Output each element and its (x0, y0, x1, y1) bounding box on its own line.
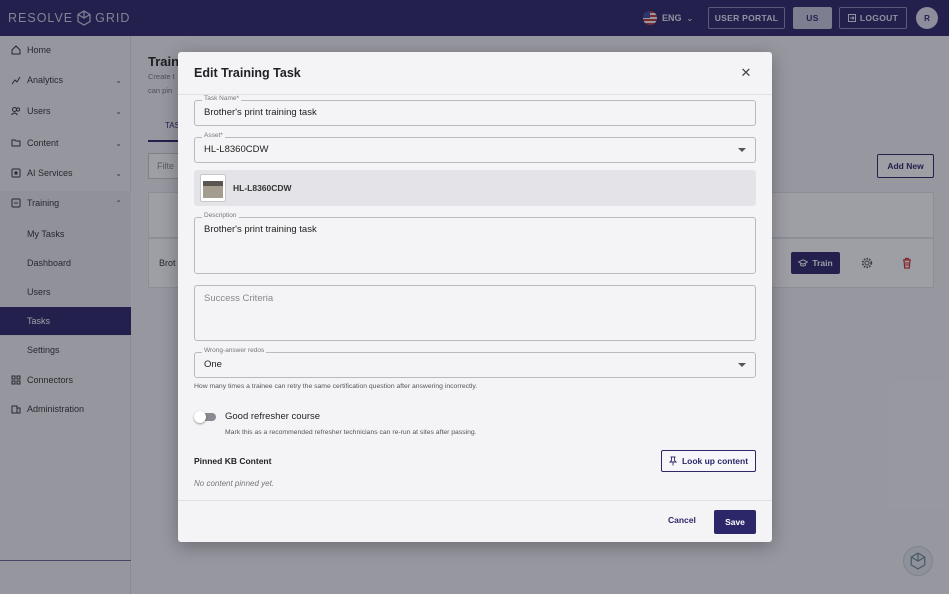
asset-value: HL-L8360CDW (204, 144, 269, 155)
asset-card-name: HL-L8360CDW (233, 183, 292, 193)
refresher-help-text: Mark this as a recommended refresher tec… (225, 429, 477, 436)
edit-training-task-dialog: Edit Training Task ✕ Task Name* Brother'… (178, 52, 772, 542)
success-criteria-placeholder: Success Criteria (204, 293, 274, 304)
caret-down-icon (738, 148, 746, 152)
pinned-kb-title: Pinned KB Content (194, 456, 272, 466)
description-field[interactable]: Description Brother's print training tas… (194, 212, 756, 274)
task-name-label: Task Name* (202, 95, 242, 102)
save-button[interactable]: Save (714, 510, 756, 534)
asset-label: Asset* (202, 132, 225, 139)
refresher-toggle[interactable] (194, 411, 216, 423)
description-value: Brother's print training task (204, 224, 317, 235)
cancel-button[interactable]: Cancel (668, 515, 696, 525)
pin-icon (668, 456, 677, 466)
dialog-title: Edit Training Task (194, 66, 301, 80)
refresher-label: Good refresher course (225, 411, 321, 422)
task-name-value: Brother's print training task (204, 107, 317, 118)
description-label: Description (202, 212, 239, 219)
success-criteria-field[interactable]: Success Criteria (194, 285, 756, 341)
divider (178, 500, 772, 501)
asset-select[interactable]: Asset* HL-L8360CDW (194, 132, 756, 163)
task-name-field[interactable]: Task Name* Brother's print training task (194, 95, 756, 126)
printer-thumbnail (200, 174, 226, 202)
wrong-answer-redos-select[interactable]: Wrong-answer redos One (194, 347, 756, 378)
look-up-content-button[interactable]: Look up content (661, 450, 756, 472)
redos-value: One (204, 359, 222, 370)
redos-label: Wrong-answer redos (202, 347, 267, 354)
look-up-label: Look up content (681, 456, 749, 466)
no-pinned-text: No content pinned yet. (194, 479, 275, 488)
caret-down-icon (738, 363, 746, 367)
selected-asset-card: HL-L8360CDW (194, 170, 756, 206)
close-icon[interactable]: ✕ (739, 66, 753, 80)
redos-help-text: How many times a trainee can retry the s… (194, 383, 478, 390)
divider (178, 94, 772, 95)
